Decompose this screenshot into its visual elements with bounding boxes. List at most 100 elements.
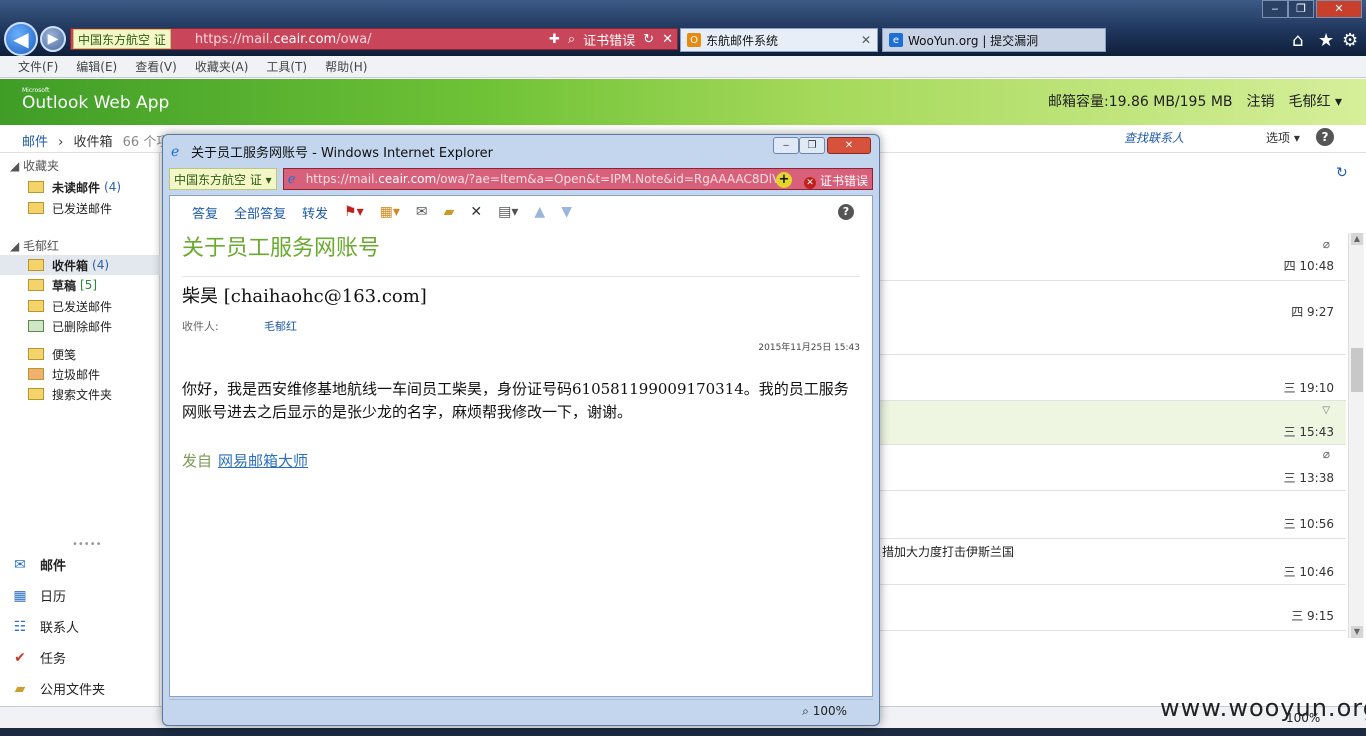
popup-url[interactable]: ℯ https://mail. ceair.com/owa/?ae=Item&a=…: [282, 168, 873, 190]
tab-owa[interactable]: O 东航邮件系统 ✕: [680, 28, 878, 52]
help-icon[interactable]: ?: [838, 204, 854, 220]
previous-item-icon[interactable]: ▲: [534, 204, 545, 220]
menu-edit[interactable]: 编辑(E): [76, 58, 117, 75]
sidebar-item-notes[interactable]: 便笺: [28, 344, 160, 364]
nav-tasks[interactable]: ✔ 任务: [0, 642, 160, 673]
list-item[interactable]: 四 10:48 ⌀: [880, 233, 1346, 281]
message-toolbar: 答复 全部答复 转发 ⚑▾ ▦▾ ✉ ▰ ✕ ▤▾ ▲ ▼ ?: [170, 196, 872, 228]
categorize-icon[interactable]: ▦▾: [380, 204, 400, 220]
cert-error[interactable]: 证书错误: [583, 30, 635, 49]
popup-title: ℯ 关于员工服务网账号 - Windows Internet Explorer: [171, 143, 493, 162]
ie-icon: ℯ: [287, 172, 296, 187]
popup-minimize-button[interactable]: ‒: [773, 137, 799, 154]
sidebar-item-sent-fav[interactable]: 已发送邮件: [28, 198, 160, 218]
search-icon[interactable]: ⌕: [568, 32, 575, 47]
zoom-level[interactable]: ⌕ 100%: [802, 704, 847, 719]
logout-link[interactable]: 注销: [1247, 91, 1275, 111]
list-item[interactable]: 三 9:15: [880, 585, 1346, 631]
menu-favorites[interactable]: 收藏夹(A): [195, 58, 249, 75]
popup-maximize-button[interactable]: ❐: [799, 137, 825, 154]
nav-public-folders[interactable]: ▰ 公用文件夹: [0, 673, 160, 704]
back-button[interactable]: ◀: [4, 22, 38, 56]
recipient-name[interactable]: 毛郁红: [264, 318, 297, 334]
ie-icon: e: [889, 33, 903, 47]
sidebar-item-search-folders[interactable]: 搜索文件夹: [28, 384, 160, 404]
refresh-list-icon[interactable]: ↻: [1336, 165, 1348, 181]
sidebar-item-junk[interactable]: 垃圾邮件: [28, 364, 160, 384]
tools-gear-icon[interactable]: ⚙: [1342, 30, 1358, 51]
url-text[interactable]: https://mail.ceair.com/owa/: [195, 32, 545, 47]
list-item[interactable]: 措加大力度打击伊斯兰国三 10:46: [880, 539, 1346, 585]
flag-icon[interactable]: ⚑▾: [344, 204, 364, 220]
divider: [182, 276, 860, 277]
search-folder-icon: [28, 388, 44, 400]
user-menu[interactable]: 毛郁红 ▾: [1289, 91, 1342, 111]
address-bar[interactable]: 中国东方航空 证 https://mail.ceair.com/owa/ ✚ ⌕…: [70, 28, 678, 50]
minimize-button[interactable]: ‒: [1262, 0, 1288, 18]
junk-icon: [28, 368, 44, 380]
taskbar: [0, 728, 1366, 736]
sidebar-item-inbox[interactable]: 收件箱 (4): [0, 255, 160, 275]
move-folder-icon[interactable]: ▰: [444, 204, 455, 220]
popup-address-bar[interactable]: 中国东方航空 证 ▾ ℯ https://mail. ceair.com/owa/…: [169, 167, 873, 191]
menu-file[interactable]: 文件(F): [18, 58, 58, 75]
nav-calendar[interactable]: ▦ 日历: [0, 580, 160, 611]
reply-all-button[interactable]: 全部答复: [234, 203, 286, 222]
list-scrollbar[interactable]: ▲ ▼: [1348, 233, 1364, 638]
sidebar-item-deleted[interactable]: 已删除邮件: [28, 316, 160, 336]
help-icon[interactable]: ?: [1316, 128, 1334, 146]
menu-view[interactable]: 查看(V): [135, 58, 177, 75]
menu-help[interactable]: 帮助(H): [325, 58, 367, 75]
forward-button[interactable]: ▶: [40, 26, 66, 52]
message-popup-window: ℯ 关于员工服务网账号 - Windows Internet Explorer …: [162, 134, 880, 726]
list-item[interactable]: 三 10:56: [880, 491, 1346, 539]
flag-icon[interactable]: ▽: [1322, 405, 1330, 416]
cert-site-label[interactable]: 中国东方航空 证: [73, 29, 171, 49]
sidebar-item-drafts[interactable]: 草稿 [5]: [28, 275, 160, 295]
reply-button[interactable]: 答复: [192, 203, 218, 222]
owa-user-area: 邮箱容量:19.86 MB/195 MB 注销 毛郁红 ▾: [1048, 91, 1342, 111]
refresh-icon[interactable]: ↻: [643, 32, 654, 47]
maximize-button[interactable]: ❐: [1288, 0, 1314, 18]
add-icon[interactable]: +: [776, 172, 792, 188]
menu-tools[interactable]: 工具(T): [266, 58, 307, 75]
list-item[interactable]: 三 15:43 ▽: [880, 401, 1346, 445]
message-body: 你好，我是西安维修基地航线一车间员工柴昊，身份证号码61058119900917…: [182, 380, 849, 421]
tab-label: 东航邮件系统: [706, 33, 779, 48]
options-menu[interactable]: 选项 ▾: [1266, 129, 1300, 146]
cert-error-button[interactable]: ✕ 证书错误: [799, 172, 868, 189]
favorites-star-icon[interactable]: ★: [1318, 30, 1334, 51]
print-icon[interactable]: ▤▾: [498, 204, 518, 220]
forward-button[interactable]: 转发: [302, 203, 328, 222]
outlook-icon: O: [687, 33, 701, 47]
mark-unread-icon[interactable]: ✉: [416, 204, 428, 220]
favorites-header[interactable]: ◢ 收藏夹: [10, 157, 59, 174]
add-icon[interactable]: ✚: [549, 32, 560, 47]
sidebar-item-unread[interactable]: 未读邮件 (4): [28, 177, 160, 197]
find-contacts-link[interactable]: 查找联系人: [1124, 129, 1184, 146]
tab-wooyun[interactable]: e WooYun.org | 提交漏洞: [882, 28, 1106, 52]
cert-site-label[interactable]: 中国东方航空 证 ▾: [169, 168, 277, 190]
home-icon[interactable]: ⌂: [1292, 30, 1303, 51]
signature-link[interactable]: 网易邮箱大师: [218, 452, 308, 470]
sidebar-item-sent[interactable]: 已发送邮件: [28, 296, 160, 316]
mailbox-header[interactable]: ◢ 毛郁红: [10, 237, 59, 254]
popup-close-button[interactable]: ✕: [827, 137, 871, 154]
crumb-mail[interactable]: 邮件: [22, 135, 48, 150]
stop-icon[interactable]: ✕: [662, 32, 673, 47]
next-item-icon[interactable]: ▼: [561, 204, 572, 220]
inbox-icon: [28, 259, 44, 271]
delete-icon[interactable]: ✕: [470, 204, 482, 220]
list-item[interactable]: 三 13:38 ⌀: [880, 445, 1346, 491]
sent-icon: [28, 300, 44, 312]
message-sender[interactable]: 柴昊 [chaihaohc@163.com]: [182, 282, 427, 308]
nav-mail[interactable]: ✉ 邮件: [0, 549, 160, 580]
list-item[interactable]: 三 19:10: [880, 355, 1346, 401]
calendar-icon: ▦: [13, 587, 27, 604]
tasks-icon: ✔: [14, 649, 26, 666]
nav-contacts[interactable]: ☷ 联系人: [0, 611, 160, 642]
list-item[interactable]: 四 9:27: [880, 281, 1346, 355]
tab-close-icon[interactable]: ✕: [861, 33, 871, 47]
close-window-button[interactable]: ✕: [1316, 0, 1362, 18]
message-reading-pane: 答复 全部答复 转发 ⚑▾ ▦▾ ✉ ▰ ✕ ▤▾ ▲ ▼ ? 关于员工服务网账…: [169, 195, 873, 697]
